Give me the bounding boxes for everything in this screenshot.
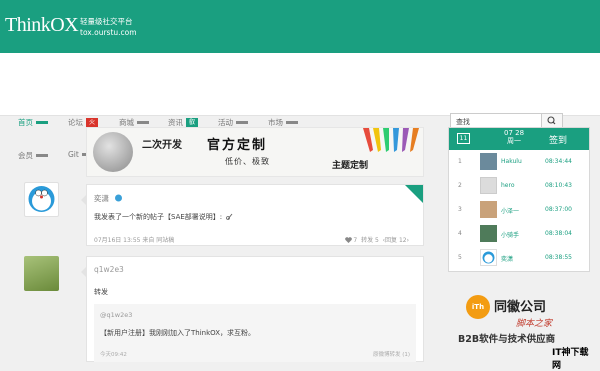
banner-text-theme: 主题定制 — [332, 161, 369, 171]
link-icon[interactable] — [226, 213, 234, 220]
banner-text-price: 低价、极致 — [225, 157, 270, 166]
sponsor-slogan: B2B软件与技术供应商 — [458, 334, 556, 345]
pin-badge — [405, 185, 423, 203]
banner-text-official: 官方定制 — [207, 138, 268, 153]
avatar[interactable] — [480, 177, 497, 194]
watermark: IT神下载网 — [552, 348, 589, 371]
header: ThinkOX 轻量级社交平台 tox.ourstu.com — [0, 0, 600, 53]
promo-banner[interactable]: 二次开发 官方定制 低价、极致 主题定制 — [86, 127, 424, 177]
search-button[interactable] — [541, 113, 563, 128]
sponsor-name: 同徽公司 — [494, 300, 547, 315]
post-text: 我发表了一个新的帖子【SAE部署说明】: — [94, 212, 234, 222]
checkin-row: 1 Hakulu 08:34:44 — [449, 151, 589, 173]
avatar[interactable] — [480, 225, 497, 242]
search-icon — [547, 116, 556, 125]
repost-button[interactable]: 转发 5 — [361, 237, 379, 244]
sponsor-ad[interactable]: iTh 同徽公司 脚本之家 B2B软件与技术供应商 IT神下载网 — [448, 290, 590, 371]
checkin-row: 2 hero 08:10:43 — [449, 175, 589, 197]
keyboard-image — [93, 132, 133, 172]
rank: 4 — [458, 230, 462, 237]
hot-badge: 火 — [86, 117, 99, 128]
domain: tox.ourstu.com — [80, 28, 137, 37]
nav-members[interactable]: 会员 — [18, 150, 48, 161]
nav-bar: 首页 论坛火 商城 资讯叡 活动 市场 会员 Git 查找 — [0, 53, 600, 160]
checkin-time: 08:37:00 — [545, 206, 572, 213]
checkin-panel: 11 07 28 周一 签到 1 Hakulu 08:34:44 2 hero … — [448, 127, 590, 272]
checkin-row: 4 小骑手 08:38:04 — [449, 223, 589, 245]
quoted-repost-link[interactable]: 原微博转发 (1) — [373, 350, 410, 358]
quoted-meta: 今天09:42 — [100, 352, 127, 358]
checkin-time: 08:38:04 — [545, 230, 572, 237]
logo-tagline: 轻量级社交平台 tox.ourstu.com — [80, 16, 137, 38]
checkin-username[interactable]: 奕潇 — [501, 254, 513, 263]
checkin-row: 3 小泽一 08:37:00 — [449, 199, 589, 221]
avatar[interactable] — [480, 249, 497, 266]
rank: 3 — [458, 206, 462, 213]
avatar[interactable] — [480, 153, 497, 170]
checkin-row: 5 奕潇 08:38:55 — [449, 247, 589, 269]
avatar[interactable] — [24, 256, 59, 291]
tagline: 轻量级社交平台 — [80, 17, 133, 26]
doraemon-avatar-icon — [482, 251, 495, 264]
quoted-username[interactable]: @q1w2e3 — [100, 311, 132, 319]
checkin-username[interactable]: Hakulu — [501, 158, 522, 165]
post-meta: 07月16日 13:55 来自 同站稿 — [94, 237, 175, 244]
rank: 1 — [458, 158, 462, 165]
checkin-header: 11 07 28 周一 签到 — [449, 128, 589, 150]
avatar[interactable] — [24, 182, 59, 217]
checkin-username[interactable]: hero — [501, 182, 515, 189]
post-card: 奕潇 我发表了一个新的帖子【SAE部署说明】: 07月16日 13:55 来自 … — [81, 184, 424, 246]
post-text: 转发 — [94, 288, 108, 296]
checkin-username[interactable]: 小泽一 — [501, 206, 519, 215]
reply-button[interactable]: ‹回复 12› — [383, 237, 409, 244]
post-card: q1w2e3 转发 @q1w2e3 【新用户注册】我刚刚加入了ThinkOX，求… — [81, 256, 424, 362]
banner-text-secondary-dev: 二次开发 — [142, 140, 182, 151]
quoted-text: 【新用户注册】我刚刚加入了ThinkOX，求互粉。 — [100, 329, 256, 337]
pencils-image — [363, 128, 419, 152]
checkin-time: 08:34:44 — [545, 158, 572, 165]
verified-icon — [115, 194, 123, 202]
checkin-button[interactable]: 签到 — [549, 133, 567, 146]
checkin-time: 08:38:55 — [545, 254, 572, 261]
rank: 5 — [458, 254, 462, 261]
checkin-username[interactable]: 小骑手 — [501, 230, 519, 239]
sponsor-logo: iTh — [466, 295, 490, 319]
post-actions: 7 转发 5 ‹回复 12› — [344, 235, 409, 244]
checkin-time: 08:10:43 — [545, 182, 572, 189]
nav-home[interactable]: 首页 — [18, 117, 48, 128]
avatar[interactable] — [480, 201, 497, 218]
checkin-date: 07 28 周一 — [504, 129, 525, 145]
post-username[interactable]: q1w2e3 — [94, 265, 124, 274]
doraemon-avatar-icon — [28, 186, 55, 212]
heart-icon — [344, 237, 352, 243]
logo[interactable]: ThinkOX — [5, 14, 79, 37]
post-username[interactable]: 奕潇 — [94, 193, 123, 204]
quoted-post[interactable]: @q1w2e3 【新用户注册】我刚刚加入了ThinkOX，求互粉。 今天09:4… — [94, 304, 416, 362]
calendar-icon: 11 — [457, 133, 470, 144]
news-badge: 叡 — [186, 117, 199, 128]
sponsor-site: 脚本之家 — [516, 319, 553, 329]
like-button[interactable]: 7 — [344, 237, 357, 244]
rank: 2 — [458, 182, 462, 189]
